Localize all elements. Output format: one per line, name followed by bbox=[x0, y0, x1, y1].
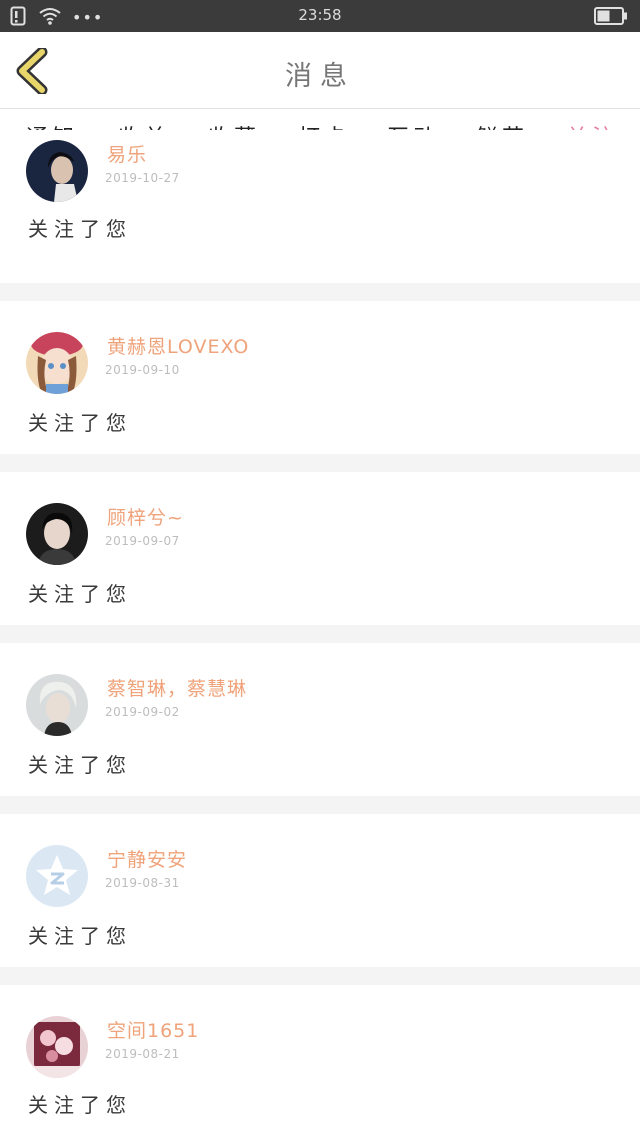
message-text: 关注了您 bbox=[28, 411, 132, 435]
message-date: 2019-09-02 bbox=[105, 705, 180, 719]
page-title: 消息 bbox=[285, 61, 355, 92]
message-text: 关注了您 bbox=[28, 753, 132, 777]
list-item[interactable]: 顾梓兮~ 2019-09-07 关注了您 bbox=[0, 472, 640, 625]
user-name[interactable]: 黄赫恩LOVEXO bbox=[107, 332, 249, 359]
list-item[interactable]: 易乐 2019-10-27 关注了您 bbox=[0, 130, 640, 283]
message-date: 2019-09-10 bbox=[105, 363, 180, 377]
user-name[interactable]: 顾梓兮~ bbox=[107, 503, 184, 530]
message-date: 2019-10-27 bbox=[105, 171, 180, 185]
divider bbox=[0, 967, 640, 985]
message-text: 关注了您 bbox=[28, 582, 132, 606]
list-item[interactable]: 宁静安安 2019-08-31 关注了您 bbox=[0, 814, 640, 967]
message-date: 2019-09-07 bbox=[105, 534, 180, 548]
divider bbox=[0, 796, 640, 814]
header: 消息 bbox=[0, 32, 640, 109]
avatar[interactable] bbox=[26, 1016, 88, 1078]
default-avatar-icon bbox=[26, 845, 88, 907]
avatar[interactable] bbox=[26, 845, 88, 907]
message-date: 2019-08-31 bbox=[105, 876, 180, 890]
user-name[interactable]: 蔡智琳，蔡慧琳 bbox=[107, 674, 247, 701]
message-text: 关注了您 bbox=[28, 1093, 132, 1117]
status-bar: ••• 23:58 bbox=[0, 0, 640, 32]
divider bbox=[0, 283, 640, 301]
battery-icon bbox=[594, 7, 628, 29]
avatar[interactable] bbox=[26, 674, 88, 736]
list-item[interactable]: 黄赫恩LOVEXO 2019-09-10 关注了您 bbox=[0, 301, 640, 454]
message-text: 关注了您 bbox=[28, 924, 132, 948]
user-name[interactable]: 易乐 bbox=[107, 140, 147, 167]
avatar[interactable] bbox=[26, 332, 88, 394]
divider bbox=[0, 625, 640, 643]
divider bbox=[0, 454, 640, 472]
user-name[interactable]: 空间1651 bbox=[107, 1016, 199, 1043]
list-item[interactable]: 蔡智琳，蔡慧琳 2019-09-02 关注了您 bbox=[0, 643, 640, 796]
user-name[interactable]: 宁静安安 bbox=[107, 845, 187, 872]
status-time: 23:58 bbox=[298, 6, 342, 24]
avatar[interactable] bbox=[26, 140, 88, 202]
message-text: 关注了您 bbox=[28, 217, 132, 241]
list-item[interactable]: 空间1651 2019-08-21 关注了您 bbox=[0, 985, 640, 1138]
avatar[interactable] bbox=[26, 503, 88, 565]
message-date: 2019-08-21 bbox=[105, 1047, 180, 1061]
